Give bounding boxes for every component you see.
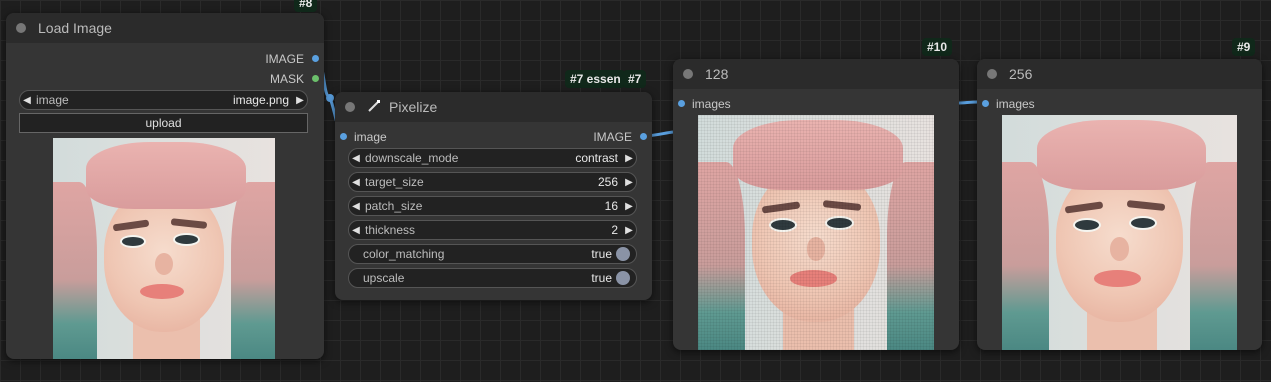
load-image-id-badge: #8 <box>294 0 318 12</box>
widget-value: 2 <box>611 223 618 237</box>
left-arrow-icon[interactable]: ◀ <box>349 177 363 188</box>
input-image-slot[interactable] <box>340 133 347 140</box>
preview-128-title: 128 <box>705 66 729 82</box>
widget-name: thickness <box>365 223 416 237</box>
output-image-label: IMAGE <box>593 130 632 144</box>
toggle-name: upscale <box>363 271 405 285</box>
input-images-label: images <box>996 97 1035 111</box>
output-mask-label: MASK <box>269 72 304 86</box>
link-128-to-256 <box>958 100 979 105</box>
image-select-widget[interactable]: ◀ image image.png ▶ <box>19 90 308 110</box>
pixelize-package-badge: #7 essen <box>565 70 625 88</box>
pixelize-title: Pixelize <box>389 99 438 115</box>
preview-256-title-bar[interactable]: 256 <box>977 59 1262 89</box>
color-matching-toggle[interactable]: color_matching true <box>348 244 637 264</box>
toggle-knob-icon[interactable] <box>616 271 630 285</box>
toggle-value: true <box>591 247 612 261</box>
output-image-preview <box>1002 115 1237 350</box>
collapse-dot-icon[interactable] <box>345 102 355 112</box>
pixelize-title-bar[interactable]: Pixelize <box>335 92 652 122</box>
output-mask-slot[interactable] <box>312 75 319 82</box>
thickness-widget[interactable]: ◀ thickness 2 ▶ <box>348 220 637 240</box>
upload-button[interactable]: upload <box>19 113 308 133</box>
right-arrow-icon[interactable]: ▶ <box>622 225 636 236</box>
preview-256-id-badge: #9 <box>1232 38 1256 56</box>
wand-icon <box>367 99 381 116</box>
loaded-image-preview <box>53 138 275 359</box>
pixelized-image-preview <box>698 115 934 350</box>
widget-value: contrast <box>575 151 618 165</box>
widget-name: patch_size <box>365 199 423 213</box>
load-image-node[interactable]: Load Image IMAGE MASK ◀ image image.png … <box>6 13 324 359</box>
right-arrow-icon[interactable]: ▶ <box>293 95 307 106</box>
image-widget-value: image.png <box>232 93 289 107</box>
load-image-title-bar[interactable]: Load Image <box>6 13 324 43</box>
collapse-dot-icon[interactable] <box>987 69 997 79</box>
widget-value: 16 <box>604 199 618 213</box>
input-images-slot[interactable] <box>982 100 989 107</box>
toggle-value: true <box>591 271 612 285</box>
upscale-toggle[interactable]: upscale true <box>348 268 637 288</box>
toggle-knob-icon[interactable] <box>616 247 630 261</box>
load-image-title: Load Image <box>38 20 112 36</box>
right-arrow-icon[interactable]: ▶ <box>622 201 636 212</box>
pixelize-node[interactable]: Pixelize image IMAGE ◀ downscale_mode co… <box>335 92 652 300</box>
left-arrow-icon[interactable]: ◀ <box>349 201 363 212</box>
preview-128-node[interactable]: 128 images <box>673 59 959 350</box>
output-image-label: IMAGE <box>265 52 304 66</box>
pixelize-id-badge: #7 <box>623 70 647 88</box>
patch-size-widget[interactable]: ◀ patch_size 16 ▶ <box>348 196 637 216</box>
output-image-slot[interactable] <box>640 133 647 140</box>
widget-name: target_size <box>365 175 424 189</box>
downscale-mode-widget[interactable]: ◀ downscale_mode contrast ▶ <box>348 148 637 168</box>
preview-256-title: 256 <box>1009 66 1033 82</box>
input-images-label: images <box>692 97 731 111</box>
widget-value: 256 <box>597 175 618 189</box>
output-image-slot[interactable] <box>312 55 319 62</box>
widget-name: downscale_mode <box>365 151 459 165</box>
preview-256-node[interactable]: 256 images <box>977 59 1262 350</box>
left-arrow-icon[interactable]: ◀ <box>349 225 363 236</box>
toggle-name: color_matching <box>363 247 445 261</box>
right-arrow-icon[interactable]: ▶ <box>622 153 636 164</box>
image-widget-name: image <box>36 93 69 107</box>
collapse-dot-icon[interactable] <box>683 69 693 79</box>
input-images-slot[interactable] <box>678 100 685 107</box>
right-arrow-icon[interactable]: ▶ <box>622 177 636 188</box>
target-size-widget[interactable]: ◀ target_size 256 ▶ <box>348 172 637 192</box>
preview-128-id-badge: #10 <box>922 38 953 56</box>
collapse-dot-icon[interactable] <box>16 23 26 33</box>
left-arrow-icon[interactable]: ◀ <box>20 95 34 106</box>
input-image-label: image <box>354 130 387 144</box>
preview-128-title-bar[interactable]: 128 <box>673 59 959 89</box>
left-arrow-icon[interactable]: ◀ <box>349 153 363 164</box>
